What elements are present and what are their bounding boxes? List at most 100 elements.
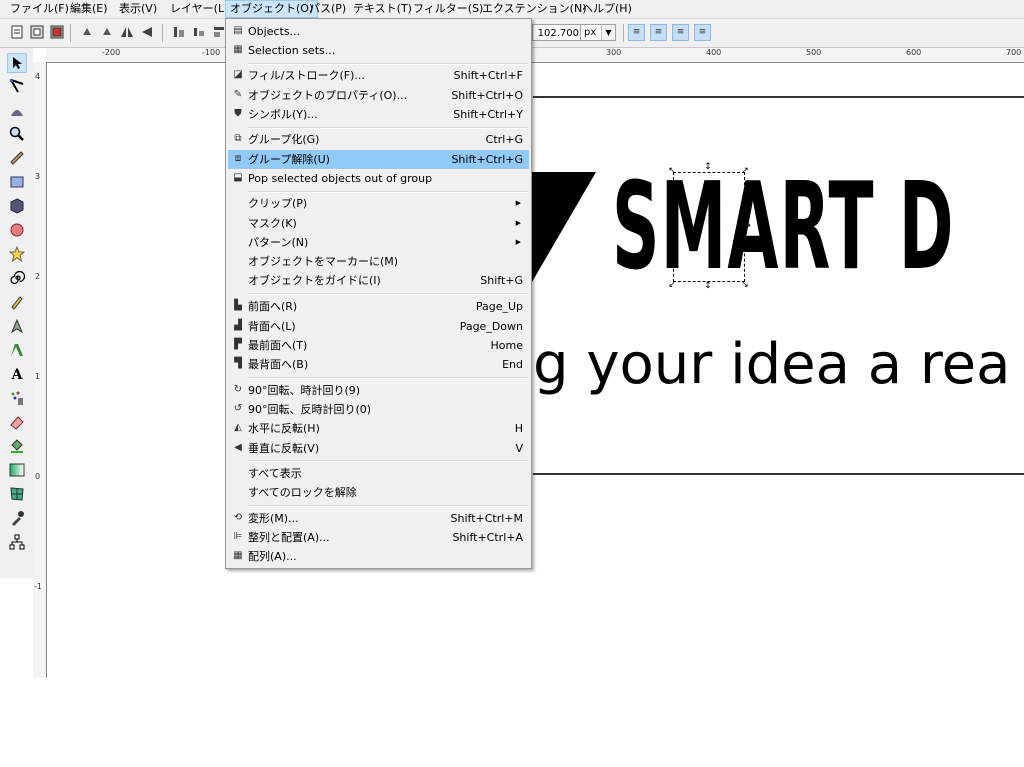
zoom-value-field[interactable]: 102.700 [532,24,582,41]
submenu-arrow-icon: ▶ [515,219,521,227]
lower-icon[interactable] [192,25,206,39]
ruler-label: 300 [606,48,622,57]
measure-tool-icon[interactable] [8,150,26,168]
menu-item-flip-horizontal[interactable]: ◭ 水平に反転(H) H [228,419,529,438]
menu-item-ungroup[interactable]: ⧈ グループ解除(U) Shift+Ctrl+G [228,150,529,169]
raise-icon[interactable] [212,25,226,39]
select-all-icon[interactable] [30,25,44,39]
menu-item-objects[interactable]: ▤ Objects... [228,22,529,41]
vertical-ruler[interactable]: 4 3 2 1 0 -1 [33,62,47,678]
ruler-label: 3 [35,172,41,181]
node-tool-icon[interactable] [8,78,26,96]
toolbox: A [0,48,33,578]
scale-handle-left[interactable]: ↔ [666,222,674,231]
tagline-text[interactable]: g your idea a rea [533,330,1010,400]
selection-bounding-box [673,172,745,282]
menu-item-symbols[interactable]: ⛊ シンボル(Y)... Shift+Ctrl+Y [228,105,529,124]
menu-extensions[interactable]: エクステンション(N) [478,0,590,18]
menu-help[interactable]: ヘルプ(H) [578,0,636,18]
menu-bar: ファイル(F) 編集(E) 表示(V) レイヤー(L) オブジェクト(O) パス… [0,0,1024,19]
menu-item-object-properties[interactable]: ✎ オブジェクトのプロパティ(O)... Shift+Ctrl+O [228,86,529,105]
menu-view[interactable]: 表示(V) [115,0,161,18]
connector-tool-icon[interactable] [8,534,26,552]
scale-handle-bottom-right[interactable]: ↘ [741,281,749,290]
lower-to-bottom-icon[interactable] [172,25,186,39]
rotate-ccw-icon[interactable] [80,25,94,39]
flip-vertical-icon[interactable] [140,25,154,39]
menu-separator [248,191,528,193]
snap-button-3[interactable]: ≡ [672,24,689,41]
menu-item-flip-vertical[interactable]: ◀ 垂直に反転(V) V [228,439,529,458]
toolbar-separator [162,24,163,42]
selector-tool-icon[interactable] [7,53,27,73]
menu-edit[interactable]: 編集(E) [66,0,112,18]
menu-item-lower-to-bottom[interactable]: ▜ 最背面へ(B) End [228,355,529,374]
menu-item-rotate-cw[interactable]: ↻ 90°回転、時計回り(9) [228,381,529,400]
chevron-down-icon: ▼ [601,25,615,40]
ruler-label: 600 [906,48,922,57]
align-icon: ⊫ [233,531,243,542]
snap-button-1[interactable]: ≡ [628,24,645,41]
menu-item-objects-to-guides[interactable]: オブジェクトをガイドに(I) Shift+G [228,271,529,290]
snap-button-4[interactable]: ≡ [694,24,711,41]
mesh-tool-icon[interactable] [8,486,26,504]
flip-horizontal-icon[interactable] [120,25,134,39]
scale-handle-bottom-left[interactable]: ↙ [668,281,676,290]
menu-text[interactable]: テキスト(T) [349,0,416,18]
menu-item-transform[interactable]: ⟲ 変形(M)... Shift+Ctrl+M [228,509,529,528]
horizontal-ruler[interactable]: -200 -100 300 400 500 600 700 [46,48,1024,63]
star-tool-icon[interactable] [8,245,26,264]
transform-icon: ⟲ [233,512,243,523]
menu-item-pop-out-of-group[interactable]: ⬓ Pop selected objects out of group [228,169,529,188]
page-border-top [533,96,1024,98]
menu-item-pattern[interactable]: パターン(N) ▶ [228,233,529,252]
spray-tool-icon[interactable] [8,390,26,408]
tweak-tool-icon[interactable] [8,102,26,120]
menu-item-raise-to-top[interactable]: ▛ 最前面へ(T) Home [228,336,529,355]
scale-handle-top-left[interactable]: ↖ [668,167,676,176]
menu-layer[interactable]: レイヤー(L) [166,0,232,18]
menu-item-arrange[interactable]: ▦ 配列(A)... [228,547,529,566]
eraser-tool-icon[interactable] [8,414,26,432]
menu-item-raise[interactable]: ▙ 前面へ(R) Page_Up [228,297,529,316]
menu-item-unhide-all[interactable]: すべて表示 [228,464,529,483]
menu-item-mask[interactable]: マスク(K) ▶ [228,214,529,233]
pen-tool-icon[interactable] [8,318,26,336]
menu-path[interactable]: パス(P) [305,0,350,18]
menu-item-clip[interactable]: クリップ(P) ▶ [228,194,529,213]
submenu-arrow-icon: ▶ [515,238,521,246]
gradient-tool-icon[interactable] [8,462,26,480]
pencil-tool-icon[interactable] [8,294,26,312]
select-all-layers-icon[interactable] [50,25,64,39]
dropper-tool-icon[interactable] [8,510,26,528]
menu-item-group[interactable]: ⧉ グループ化(G) Ctrl+G [228,130,529,149]
calligraphy-tool-icon[interactable] [8,342,26,360]
menu-file[interactable]: ファイル(F) [6,0,73,18]
paint-bucket-tool-icon[interactable] [8,438,26,456]
menu-item-lower[interactable]: ▟ 背面へ(L) Page_Down [228,317,529,336]
scale-handle-bottom[interactable]: ↕ [704,282,712,291]
snap-button-2[interactable]: ≡ [650,24,667,41]
rectangle-tool-icon[interactable] [8,174,26,192]
menu-item-fill-stroke[interactable]: ◪ フィル/ストローク(F)... Shift+Ctrl+F [228,66,529,85]
menu-item-unlock-all[interactable]: すべてのロックを解除 [228,483,529,502]
3d-box-tool-icon[interactable] [8,198,26,216]
unit-dropdown[interactable]: px ▼ [580,24,616,41]
menu-item-align-distribute[interactable]: ⊫ 整列と配置(A)... Shift+Ctrl+A [228,528,529,547]
spiral-tool-icon[interactable] [8,270,26,288]
page-border-bottom [533,473,1024,475]
arrange-icon: ▦ [233,550,243,561]
logo-title-text[interactable]: SMART D [612,158,955,298]
menu-filters[interactable]: フィルター(S) [409,0,487,18]
rotate-cw-icon[interactable] [100,25,114,39]
text-tool-icon[interactable]: A [8,366,26,384]
scale-handle-top-right[interactable]: ↗ [741,167,749,176]
ellipse-tool-icon[interactable] [8,222,26,240]
page-icon[interactable] [10,25,24,39]
scale-handle-top[interactable]: ↕ [704,163,712,172]
scale-handle-right[interactable]: ↔ [743,222,751,231]
menu-item-rotate-ccw[interactable]: ↺ 90°回転、反時計回り(0) [228,400,529,419]
menu-item-selection-sets[interactable]: ▦ Selection sets... [228,41,529,60]
menu-item-objects-to-marker[interactable]: オブジェクトをマーカーに(M) [228,252,529,271]
zoom-tool-icon[interactable] [8,126,26,144]
